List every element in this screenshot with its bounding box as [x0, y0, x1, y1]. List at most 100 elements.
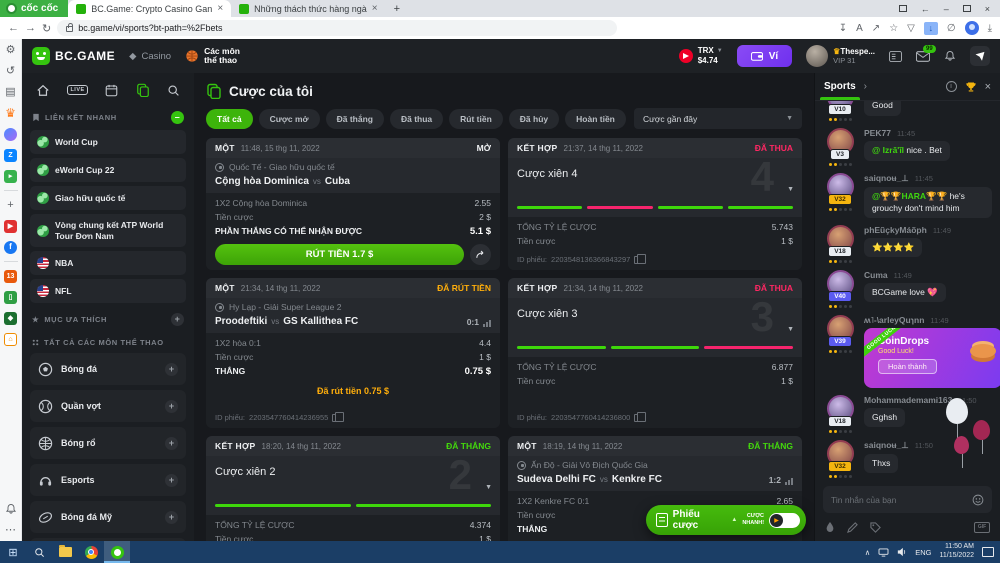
filter-pill[interactable]: Đã hủy — [509, 109, 559, 129]
sidebar-item-esports[interactable]: Esports+ — [30, 464, 186, 496]
rain-icon[interactable] — [825, 521, 835, 533]
bet-card-single-cashed[interactable]: MỘT21:34, 14 thg 11, 2022 ĐÃ RÚT TIỀN Hy… — [206, 278, 500, 428]
bet-card-combo-4[interactable]: KẾT HỢP21:37, 14 thg 11, 2022 ĐÃ THUA Cư… — [508, 138, 802, 270]
chat-username[interactable]: PEK77 — [864, 128, 891, 138]
copy-icon[interactable] — [332, 414, 339, 422]
copy-icon[interactable] — [634, 256, 641, 264]
chat-tab-sports[interactable]: Sports — [824, 73, 856, 100]
browser-profile-avatar[interactable] — [965, 21, 979, 35]
maximize-button[interactable] — [963, 4, 971, 14]
sidebar-item-world-cup[interactable]: World Cup — [30, 130, 186, 154]
gif-keyboard-icon[interactable]: GIF — [974, 522, 990, 533]
chat-username[interactable]: Mohammademami163 — [864, 395, 952, 405]
mention[interactable]: @🏆🏆HARA🏆🏆 — [872, 191, 947, 201]
expand-button[interactable]: + — [165, 474, 178, 487]
chat-username[interactable]: Cuma — [864, 270, 888, 280]
chevron-down-icon[interactable]: ▼ — [485, 484, 492, 491]
sidebar-toggle-icon[interactable] — [889, 51, 902, 62]
expand-button[interactable]: + — [165, 511, 178, 524]
chat-username[interactable]: ʍ˥-\arleyQuɿnn — [864, 315, 924, 325]
youtube-icon[interactable]: ▶ — [4, 219, 18, 233]
chevron-right-icon[interactable]: › — [864, 81, 867, 92]
chrome-icon[interactable] — [78, 541, 104, 563]
filter-pill[interactable]: Đã thắng — [326, 109, 384, 129]
my-bets-icon[interactable] — [136, 83, 150, 97]
coccoc-taskbar-icon[interactable] — [104, 541, 130, 563]
settings-gear-icon[interactable]: ⚙ — [4, 43, 18, 57]
language-indicator[interactable]: ENG — [915, 548, 931, 557]
browser-tab-inactive[interactable]: Những thách thức hàng ngà × — [231, 0, 385, 17]
quick-bet-toggle[interactable]: ▶ — [769, 513, 800, 528]
shopping-cart-icon[interactable]: ⌂ — [4, 332, 18, 346]
network-icon[interactable] — [878, 548, 889, 557]
balance-selector[interactable]: TRX▼ $4.74 — [679, 46, 723, 65]
pencil-icon[interactable] — [847, 522, 858, 533]
filter-pill[interactable]: Cược mở — [259, 109, 320, 129]
share-bet-button[interactable] — [470, 244, 491, 265]
download-active-icon[interactable]: ↓ — [924, 22, 938, 35]
chat-input[interactable] — [831, 495, 966, 505]
browser-tab-active[interactable]: BC.Game: Crypto Casino Gan × — [68, 0, 231, 17]
add-favorite-button[interactable]: + — [171, 313, 184, 326]
trophy-icon[interactable] — [965, 81, 977, 93]
new-tab-button[interactable]: + — [386, 0, 408, 17]
recent-bets-dropdown[interactable]: Cược gần đây ▼ — [634, 108, 802, 129]
sidebar-item-basketball[interactable]: Bóng rổ+ — [30, 427, 186, 459]
coindrops-complete-button[interactable]: Hoàn thành — [878, 359, 937, 374]
more-icon[interactable]: ⋯ — [4, 523, 18, 537]
bet-card-combo-3[interactable]: KẾT HỢP21:34, 14 thg 11, 2022 ĐÃ THUA Cư… — [508, 278, 802, 428]
bell-icon[interactable] — [944, 50, 956, 62]
chat-username[interactable]: saiqnoʉ_⊥ — [864, 173, 909, 184]
chevron-down-icon[interactable]: ▼ — [787, 186, 794, 193]
facebook-icon[interactable]: f — [4, 240, 18, 254]
back-to-app-icon[interactable]: ← — [921, 4, 930, 14]
nav-casino[interactable]: ◆ Casino — [129, 51, 171, 62]
url-field[interactable]: bc.game/vi/sports?bt-path=%2Fbets — [57, 20, 617, 36]
taskbar-search-icon[interactable] — [26, 541, 52, 563]
start-button[interactable]: ⊞ — [0, 541, 26, 563]
sidebar-item-atp-finals[interactable]: Vòng chung kết ATP World Tour Đơn Nam — [30, 214, 186, 247]
history-icon[interactable]: ↺ — [4, 64, 18, 78]
zalo-icon[interactable]: Z — [4, 148, 18, 162]
emoji-icon[interactable] — [972, 494, 984, 506]
games-icon[interactable]: ▸ — [4, 169, 18, 183]
nav-sports[interactable]: Các mônthể thao — [185, 47, 240, 66]
home-icon[interactable] — [36, 84, 50, 97]
info-icon[interactable]: i — [946, 81, 957, 92]
tag-icon[interactable] — [870, 522, 881, 533]
sidebar-item-eworld-cup[interactable]: eWorld Cup 22 — [30, 158, 186, 182]
stats-icon[interactable] — [483, 320, 491, 327]
sidebar-item-american-football[interactable]: Bóng đá Mỹ+ — [30, 501, 186, 533]
sidebar-item-tennis[interactable]: Quần vợt+ — [30, 390, 186, 422]
feed-icon[interactable]: ▤ — [4, 85, 18, 99]
copy-icon[interactable] — [634, 414, 641, 422]
search-icon[interactable] — [167, 84, 180, 97]
pip-icon[interactable] — [899, 4, 907, 14]
filter-pill[interactable]: Đã thua — [390, 109, 443, 129]
volume-icon[interactable] — [897, 547, 907, 557]
filter-pill[interactable]: Hoàn tiền — [565, 109, 626, 129]
live-icon[interactable]: LIVE — [67, 85, 87, 95]
bet-card-combo-2[interactable]: KẾT HỢP18:20, 14 thg 11, 2022 ĐÃ THẮNG C… — [206, 436, 500, 541]
expand-button[interactable]: + — [165, 437, 178, 450]
expand-button[interactable]: + — [165, 363, 178, 376]
messenger-icon[interactable] — [4, 127, 18, 141]
tray-expand-icon[interactable]: ∧ — [865, 548, 871, 557]
translate-icon[interactable]: A — [856, 23, 863, 34]
wallet-button[interactable]: Ví — [737, 45, 792, 67]
sidebar-item-nba[interactable]: NBA — [30, 251, 186, 275]
bcgame-logo[interactable]: BC.GAME — [32, 47, 115, 65]
calendar-app-icon[interactable]: 13 — [4, 269, 18, 283]
cashout-button[interactable]: RÚT TIỀN 1.7 $ — [215, 244, 464, 265]
share-icon[interactable]: ↗ — [872, 23, 880, 34]
save-page-icon[interactable]: ↧ — [839, 23, 847, 34]
bet-card-single-open[interactable]: MỘT11:48, 15 thg 11, 2022 MỞ Quốc Tế - G… — [206, 138, 500, 270]
action-center-icon[interactable] — [982, 547, 994, 557]
taskbar-clock[interactable]: 11:50 AM11/15/2022 — [939, 543, 974, 561]
notification-mute-icon[interactable]: ∅ — [947, 23, 956, 34]
sidebar-item-soccer[interactable]: Bóng đá+ — [30, 353, 186, 385]
filter-pill[interactable]: Tất cả — [206, 109, 253, 129]
user-profile[interactable]: ♛Thespe... VIP 31 — [806, 45, 875, 67]
expand-button[interactable]: + — [165, 400, 178, 413]
bell-icon[interactable] — [4, 502, 18, 516]
